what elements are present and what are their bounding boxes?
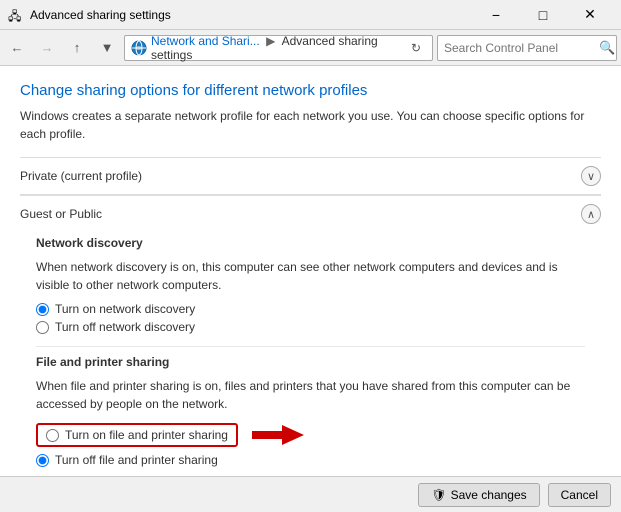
up-button[interactable]: ↑	[64, 35, 90, 61]
fps-on-option[interactable]: Turn on file and printer sharing	[36, 423, 238, 447]
toolbar: ← → ↑ ▼ Network and Shari... ▶ Advanced …	[0, 30, 621, 66]
nd-off-option[interactable]: Turn off network discovery	[36, 320, 585, 334]
minimize-button[interactable]: −	[473, 0, 519, 30]
refresh-button[interactable]: ↻	[406, 38, 426, 58]
window-controls: − □ ✕	[473, 0, 613, 30]
nd-off-radio[interactable]	[36, 321, 49, 334]
nd-on-radio[interactable]	[36, 303, 49, 316]
private-collapse-icon[interactable]: ∨	[581, 166, 601, 186]
main-content: Change sharing options for different net…	[0, 66, 621, 476]
file-printer-sharing-options: Turn on file and printer sharing Turn of…	[36, 421, 585, 467]
forward-button[interactable]: →	[34, 35, 60, 61]
search-box[interactable]: 🔍	[437, 35, 617, 61]
file-printer-sharing-desc: When file and printer sharing is on, fil…	[36, 377, 585, 413]
address-bar[interactable]: Network and Shari... ▶ Advanced sharing …	[124, 35, 433, 61]
window-title: Advanced sharing settings	[30, 8, 473, 22]
guest-public-section-label: Guest or Public	[20, 207, 102, 221]
breadcrumb: Network and Shari... ▶ Advanced sharing …	[151, 34, 406, 62]
fps-on-radio[interactable]	[46, 429, 59, 442]
breadcrumb-part1[interactable]: Network and Shari...	[151, 34, 260, 48]
file-printer-sharing-title: File and printer sharing	[36, 355, 585, 369]
network-discovery-title: Network discovery	[36, 236, 585, 250]
fps-on-row: Turn on file and printer sharing	[36, 421, 585, 449]
network-discovery-options: Turn on network discovery Turn off netwo…	[36, 302, 585, 334]
subsection-divider	[36, 346, 585, 347]
save-button[interactable]: 🛡 Save changes	[418, 483, 539, 507]
title-bar: 🖧 Advanced sharing settings − □ ✕	[0, 0, 621, 30]
page-title: Change sharing options for different net…	[20, 82, 601, 99]
search-input[interactable]	[444, 41, 599, 55]
close-button[interactable]: ✕	[567, 0, 613, 30]
fps-on-label: Turn on file and printer sharing	[65, 428, 228, 442]
private-section-header[interactable]: Private (current profile) ∨	[20, 157, 601, 194]
network-discovery-desc: When network discovery is on, this compu…	[36, 258, 585, 294]
search-icon[interactable]: 🔍	[599, 40, 615, 56]
red-arrow-icon	[244, 421, 304, 449]
status-bar: 🛡 Save changes Cancel	[0, 476, 621, 512]
fps-off-label: Turn off file and printer sharing	[55, 453, 218, 467]
guest-public-section-header[interactable]: Guest or Public ∧	[20, 195, 601, 232]
private-section: Private (current profile) ∨	[20, 157, 601, 195]
private-section-label: Private (current profile)	[20, 169, 142, 183]
recent-button[interactable]: ▼	[94, 35, 120, 61]
nd-on-label: Turn on network discovery	[55, 302, 195, 316]
page-description: Windows creates a separate network profi…	[20, 107, 601, 143]
red-arrow-container	[244, 421, 304, 449]
window-icon: 🖧	[8, 7, 24, 23]
back-button[interactable]: ←	[4, 35, 30, 61]
nd-on-option[interactable]: Turn on network discovery	[36, 302, 585, 316]
cancel-button[interactable]: Cancel	[548, 483, 611, 507]
fps-off-radio[interactable]	[36, 454, 49, 467]
save-icon: 🛡	[431, 488, 446, 502]
fps-on-highlight: Turn on file and printer sharing	[36, 423, 238, 447]
guest-public-section-body: Network discovery When network discovery…	[20, 232, 601, 476]
network-folder-icon	[131, 40, 147, 56]
fps-off-option[interactable]: Turn off file and printer sharing	[36, 453, 585, 467]
breadcrumb-sep1: ▶	[266, 34, 279, 48]
guest-public-collapse-icon[interactable]: ∧	[581, 204, 601, 224]
guest-public-section: Guest or Public ∧ Network discovery When…	[20, 195, 601, 476]
maximize-button[interactable]: □	[520, 0, 566, 30]
save-label: Save changes	[451, 488, 527, 502]
nd-off-label: Turn off network discovery	[55, 320, 195, 334]
